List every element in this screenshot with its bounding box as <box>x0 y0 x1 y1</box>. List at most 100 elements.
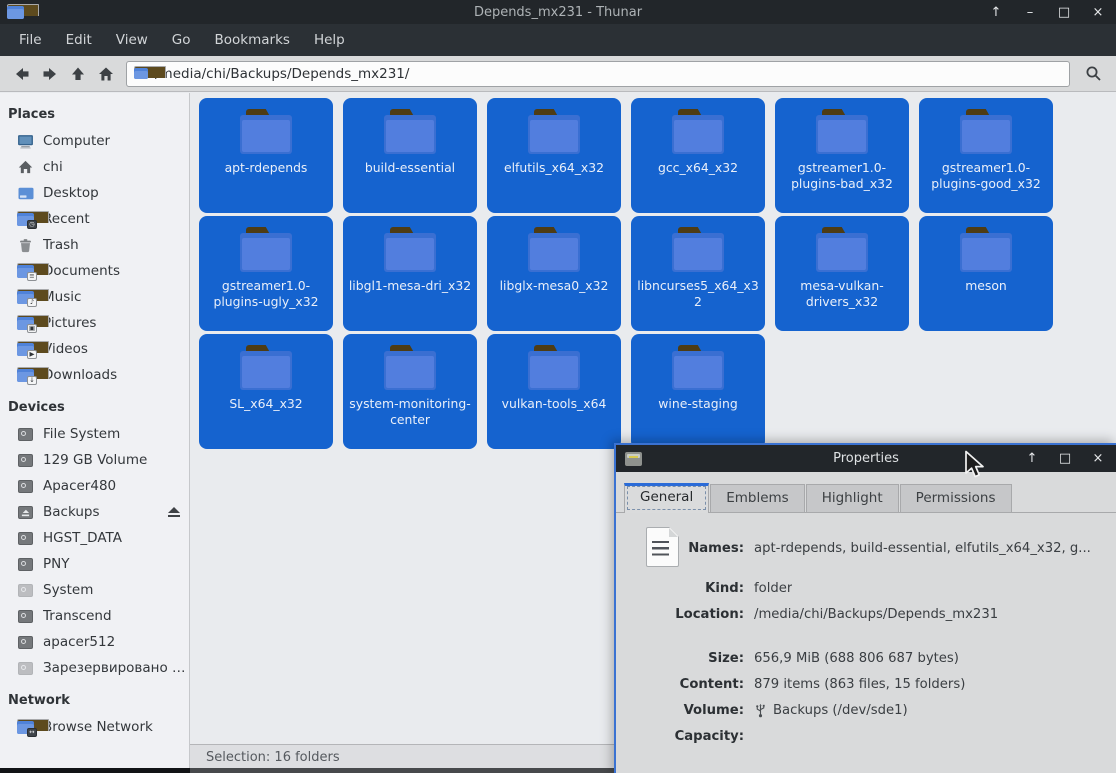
path-bar[interactable]: /media/chi/Backups/Depends_mx231/ <box>126 60 1070 87</box>
folder-tile[interactable]: vulkan-tools_x64 <box>487 334 621 449</box>
menu-go[interactable]: Go <box>161 28 202 52</box>
eject-button[interactable] <box>168 506 180 518</box>
folder-name: gcc_x64_x32 <box>657 160 739 175</box>
window-titlebar[interactable]: Depends_mx231 - Thunar ↑ – □ × <box>0 0 1116 24</box>
drive-icon-faded <box>17 661 34 676</box>
sidebar-item-computer[interactable]: Computer <box>0 128 189 154</box>
sidebar-item-label: Pictures <box>43 315 97 331</box>
trash-icon <box>17 238 34 253</box>
sidebar-item-hgst-data[interactable]: HGST_DATA <box>0 525 189 551</box>
kind-label: Kind: <box>705 580 744 596</box>
home-button[interactable] <box>92 61 120 87</box>
folder-icon <box>238 109 294 154</box>
folder-icon <box>526 227 582 272</box>
folder-documents-icon: ≡ <box>17 262 49 281</box>
sidebar-item-trash[interactable]: Trash <box>0 232 189 258</box>
sidebar-item-system[interactable]: System <box>0 577 189 603</box>
folder-tile[interactable]: gcc_x64_x32 <box>631 98 765 213</box>
maximize-icon[interactable]: □ <box>1056 5 1072 20</box>
folder-tile[interactable]: meson <box>919 216 1053 331</box>
folder-tile[interactable]: wine-staging <box>631 334 765 449</box>
folder-tile[interactable]: SL_x64_x32 <box>199 334 333 449</box>
folder-icon <box>814 109 870 154</box>
tab-highlight[interactable]: Highlight <box>805 484 899 512</box>
minimize-icon[interactable]: – <box>1022 5 1038 20</box>
sidebar-item-pictures[interactable]: ▣ Pictures <box>0 310 189 336</box>
folder-tile[interactable]: gstreamer1.0-plugins-good_x32 <box>919 98 1053 213</box>
sidebar-item-label: Backups <box>43 504 100 520</box>
dialog-maximize-icon[interactable]: □ <box>1057 451 1073 466</box>
folder-icon <box>670 227 726 272</box>
sidebar: Places Computer chi Desktop ◷ Recent Tra… <box>0 93 190 769</box>
sidebar-item-downloads[interactable]: ↓ Downloads <box>0 362 189 388</box>
sidebar-item-videos[interactable]: ▶ Videos <box>0 336 189 362</box>
sidebar-item-label: Transcend <box>43 608 112 624</box>
search-button[interactable] <box>1078 61 1108 87</box>
shade-icon[interactable]: ↑ <box>988 5 1004 20</box>
folder-tile[interactable]: libncurses5_x64_x32 <box>631 216 765 331</box>
size-label: Size: <box>708 650 744 666</box>
devices-section-title: Devices <box>8 400 65 415</box>
folder-tile[interactable]: system-monitoring-center <box>343 334 477 449</box>
usb-icon <box>754 703 767 718</box>
sidebar-item-reserved[interactable]: Зарезервировано … <box>0 655 189 681</box>
folder-tile[interactable]: libglx-mesa0_x32 <box>487 216 621 331</box>
sidebar-item-label: Documents <box>43 263 120 279</box>
folder-tile[interactable]: gstreamer1.0-plugins-ugly_x32 <box>199 216 333 331</box>
drive-icon-faded <box>17 583 34 598</box>
sidebar-item-pny[interactable]: PNY <box>0 551 189 577</box>
up-button[interactable] <box>64 61 92 87</box>
menu-view[interactable]: View <box>105 28 159 52</box>
sidebar-item-recent[interactable]: ◷ Recent <box>0 206 189 232</box>
dialog-shade-icon[interactable]: ↑ <box>1024 451 1040 466</box>
drive-icon <box>17 609 34 624</box>
sidebar-item-home[interactable]: chi <box>0 154 189 180</box>
folder-icon <box>958 109 1014 154</box>
folder-icon <box>526 345 582 390</box>
folder-icon <box>382 109 438 154</box>
sidebar-item-label: HGST_DATA <box>43 530 122 546</box>
sidebar-item-transcend[interactable]: Transcend <box>0 603 189 629</box>
folder-tile[interactable]: libgl1-mesa-dri_x32 <box>343 216 477 331</box>
menu-file[interactable]: File <box>8 28 53 52</box>
folder-tile[interactable]: gstreamer1.0-plugins-bad_x32 <box>775 98 909 213</box>
sidebar-item-label: Recent <box>43 211 90 227</box>
menu-help[interactable]: Help <box>303 28 356 52</box>
sidebar-item-desktop[interactable]: Desktop <box>0 180 189 206</box>
sidebar-item-file-system[interactable]: File System <box>0 421 189 447</box>
folder-recent-icon: ◷ <box>17 210 49 229</box>
back-button[interactable] <box>8 61 36 87</box>
sidebar-item-129gb-volume[interactable]: 129 GB Volume <box>0 447 189 473</box>
folder-tile[interactable]: mesa-vulkan-drivers_x32 <box>775 216 909 331</box>
sidebar-item-documents[interactable]: ≡ Documents <box>0 258 189 284</box>
dialog-close-icon[interactable]: × <box>1090 451 1106 466</box>
menu-edit[interactable]: Edit <box>55 28 103 52</box>
folder-pictures-icon: ▣ <box>17 314 49 333</box>
tab-permissions[interactable]: Permissions <box>899 484 1012 512</box>
content-value: 879 items (863 files, 15 folders) <box>754 676 966 692</box>
sidebar-item-apacer512[interactable]: apacer512 <box>0 629 189 655</box>
sidebar-item-browse-network[interactable]: ↔ Browse Network <box>0 714 189 740</box>
sidebar-item-apacer480[interactable]: Apacer480 <box>0 473 189 499</box>
folder-name: wine-staging <box>658 396 738 411</box>
forward-button[interactable] <box>36 61 64 87</box>
volume-label: Volume: <box>683 702 744 718</box>
folder-tile[interactable]: apt-rdepends <box>199 98 333 213</box>
sidebar-item-music[interactable]: ♪ Music <box>0 284 189 310</box>
menu-bookmarks[interactable]: Bookmarks <box>204 28 301 52</box>
close-icon[interactable]: × <box>1090 5 1106 20</box>
drive-icon <box>17 531 34 546</box>
dialog-titlebar[interactable]: Properties ↑ □ × <box>616 445 1116 472</box>
window-bottom-border <box>190 768 614 773</box>
folder-tile[interactable]: build-essential <box>343 98 477 213</box>
tab-general[interactable]: General <box>624 483 710 513</box>
folder-name: vulkan-tools_x64 <box>501 396 607 411</box>
app-folder-icon <box>7 3 39 19</box>
folder-icon <box>670 345 726 390</box>
folder-tile[interactable]: elfutils_x64_x32 <box>487 98 621 213</box>
sidebar-item-label: Browse Network <box>43 719 153 735</box>
sidebar-item-label: File System <box>43 426 121 442</box>
sidebar-item-backups[interactable]: Backups <box>0 499 189 525</box>
tab-emblems[interactable]: Emblems <box>710 484 805 512</box>
sidebar-item-label: System <box>43 582 94 598</box>
